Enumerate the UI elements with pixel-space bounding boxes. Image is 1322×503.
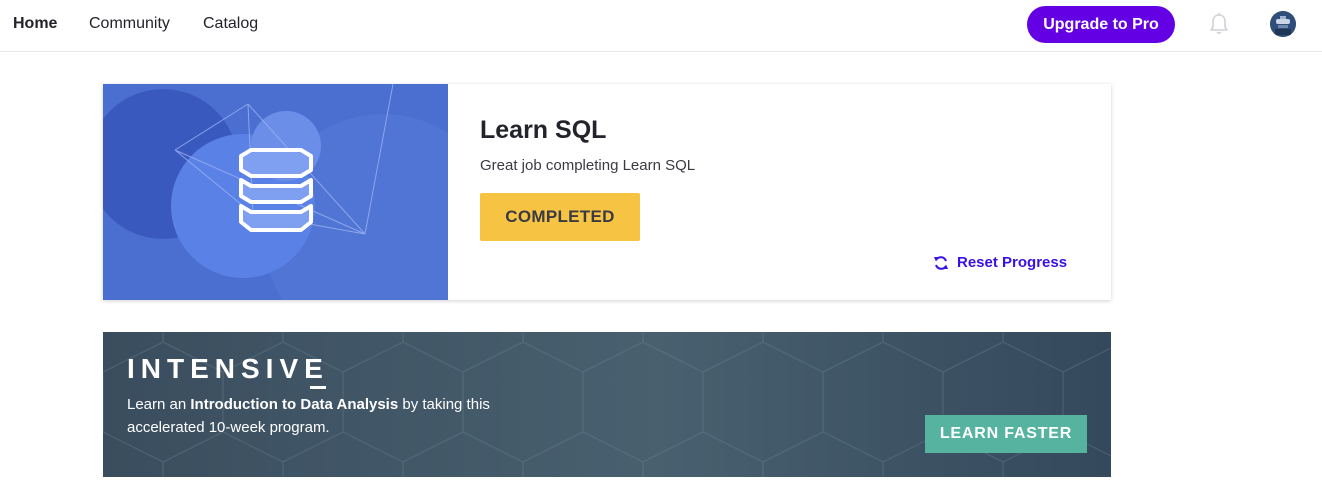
nav-community-link[interactable]: Community — [89, 14, 170, 34]
user-avatar[interactable] — [1270, 11, 1296, 37]
learn-faster-button[interactable]: LEARN FASTER — [925, 415, 1087, 453]
intensive-banner: INTENSIVE Learn an Introduction to Data … — [103, 332, 1111, 477]
course-artwork — [103, 84, 448, 300]
top-navigation: Home Community Catalog Upgrade to Pro — [0, 0, 1322, 52]
reset-progress-label: Reset Progress — [957, 254, 1068, 271]
database-icon — [103, 84, 448, 300]
nav-catalog-link[interactable]: Catalog — [203, 14, 258, 34]
banner-text-start: Learn an — [127, 396, 191, 413]
course-card: Learn SQL Great job completing Learn SQL… — [103, 84, 1111, 300]
banner-description: Learn an Introduction to Data Analysis b… — [127, 393, 547, 439]
reset-progress-link[interactable]: Reset Progress — [933, 254, 1067, 271]
refresh-icon — [934, 255, 948, 270]
course-subtitle: Great job completing Learn SQL — [480, 157, 696, 174]
course-title: Learn SQL — [480, 116, 607, 144]
heading-underline-accent — [310, 386, 326, 389]
banner-text-bold: Introduction to Data Analysis — [190, 396, 399, 413]
nav-home-link[interactable]: Home — [13, 14, 57, 34]
avatar-icon — [1270, 11, 1296, 37]
bell-icon[interactable] — [1208, 12, 1230, 36]
intensive-heading: INTENSIVE — [127, 353, 329, 384]
completed-badge[interactable]: COMPLETED — [480, 193, 640, 241]
upgrade-to-pro-button[interactable]: Upgrade to Pro — [1027, 6, 1175, 43]
